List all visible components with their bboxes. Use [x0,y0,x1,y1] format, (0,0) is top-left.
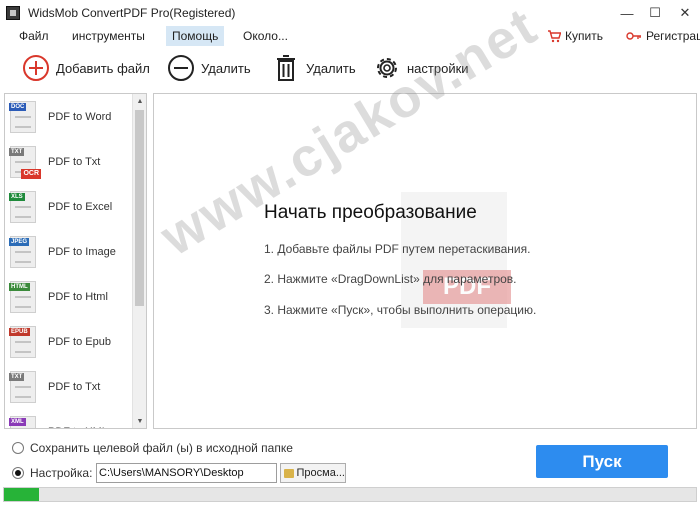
add-file-label: Добавить файл [56,60,150,76]
conversion-item[interactable]: JPEG PDF to Image [5,229,133,274]
add-file-button[interactable]: Добавить файл [22,52,150,84]
file-type-tag: XML [9,417,26,426]
maximize-button[interactable]: ☐ [640,0,670,26]
start-button[interactable]: Пуск [536,445,668,478]
register-label: Регистрац [646,29,700,43]
conversion-item[interactable]: TXT PDF to Txt [5,364,133,409]
file-type-icon: EPUB [9,325,36,358]
save-to-source-radio[interactable] [12,442,24,454]
conversion-item[interactable]: XLS PDF to Excel [5,184,133,229]
document-lines-icon [15,385,31,398]
instruction-step-3: 3. Нажмите «Пуск», чтобы выполнить опера… [264,303,537,317]
document-lines-icon [15,205,31,218]
file-type-tag: TXT [9,147,25,156]
drop-area[interactable]: PDF Начать преобразование 1. Добавьте фа… [153,93,697,429]
cart-icon [548,29,561,42]
title-bar: WidsMob ConvertPDF Pro(Registered) — ☐ ✕ [0,0,700,26]
buy-label: Купить [565,29,603,43]
custom-path-option[interactable]: Настройка: [12,463,92,483]
menu-tools[interactable]: инструменты [66,26,151,46]
file-type-tag: HTML [9,282,30,291]
custom-path-label: Настройка: [30,466,93,480]
conversion-type-list: DOC PDF to Word TXT OCR PDF to Txt XLS PDF to … [4,93,147,429]
close-button[interactable]: ✕ [670,0,700,26]
file-type-tag: JPEG [9,237,30,246]
browse-label: Просма... [296,467,346,479]
toolbar: Добавить файл Удалить Удалить настройки [0,48,700,90]
window-title: WidsMob ConvertPDF Pro(Registered) [28,6,236,20]
conversion-item[interactable]: HTML PDF to Html [5,274,133,319]
conversion-item-label: PDF to Image [48,245,116,258]
ocr-badge: OCR [21,168,41,179]
plus-circle-icon [22,54,50,82]
conversion-item-label: PDF to Html [48,290,108,303]
app-icon [6,6,20,20]
conversion-item-label: PDF to Txt [48,155,101,168]
conversion-item[interactable]: XML PDF to XML [5,409,133,429]
document-lines-icon [15,115,31,128]
main-heading: Начать преобразование [264,202,477,223]
file-type-icon: TXT OCR [9,145,41,179]
menu-file[interactable]: Файл [13,26,55,46]
trash-icon [272,54,300,82]
instruction-step-2: 2. Нажмите «DragDownList» для параметров… [264,272,517,286]
delete-all-button[interactable]: Удалить [272,52,356,84]
delete-all-label: Удалить [306,60,356,76]
file-type-icon: JPEG [9,235,36,268]
file-type-icon: DOC [9,100,36,133]
conversion-item-label: PDF to Epub [48,335,111,348]
buy-link[interactable]: Купить [547,26,603,46]
save-to-source-label: Сохранить целевой файл (ы) в исходной па… [30,441,293,455]
document-lines-icon [15,295,31,308]
minus-circle-icon [167,54,195,82]
menu-help[interactable]: Помощь [166,26,225,46]
conversion-item[interactable]: EPUB PDF to Epub [5,319,133,364]
sidebar-scrollbar[interactable]: ▲ ▼ [132,94,146,428]
conversion-item-label: PDF to Excel [48,200,113,213]
file-type-icon: XLS [9,190,36,223]
conversion-item-label: PDF to Txt [48,380,101,393]
save-to-source-option[interactable]: Сохранить целевой файл (ы) в исходной па… [12,438,293,458]
document-lines-icon [15,340,31,353]
key-icon [626,32,641,40]
file-type-icon: XML [9,415,36,428]
conversion-item[interactable]: TXT OCR PDF to Txt [5,139,133,184]
file-type-tag: XLS [9,192,25,201]
remove-label: Удалить [201,60,251,76]
scroll-down-icon[interactable]: ▼ [133,414,146,428]
remove-button[interactable]: Удалить [167,52,251,84]
instruction-step-1: 1. Добавьте файлы PDF путем перетаскиван… [264,242,531,256]
file-type-tag: TXT [9,372,25,381]
conversion-item-label: PDF to XML [48,426,108,429]
progress-bar [3,487,697,502]
file-type-tag: DOC [9,102,27,111]
scroll-thumb[interactable] [135,110,144,306]
custom-path-radio[interactable] [12,467,24,479]
conversion-item[interactable]: DOC PDF to Word [5,94,133,139]
scroll-up-icon[interactable]: ▲ [133,94,146,108]
file-type-icon: HTML [9,280,36,313]
progress-fill [4,488,39,501]
register-link[interactable]: Регистрац [626,26,700,46]
file-type-icon: TXT [9,370,36,403]
menu-about[interactable]: Около... [237,26,294,46]
conversion-item-label: PDF to Word [48,110,112,123]
output-path-input[interactable] [96,463,277,483]
browse-button[interactable]: Просма... [280,463,346,483]
document-lines-icon [15,250,31,263]
menu-bar: Файл инструменты Помощь Около... Купить … [0,26,700,46]
minimize-button[interactable]: — [612,0,642,26]
file-type-tag: EPUB [9,327,30,336]
folder-icon [284,468,294,478]
